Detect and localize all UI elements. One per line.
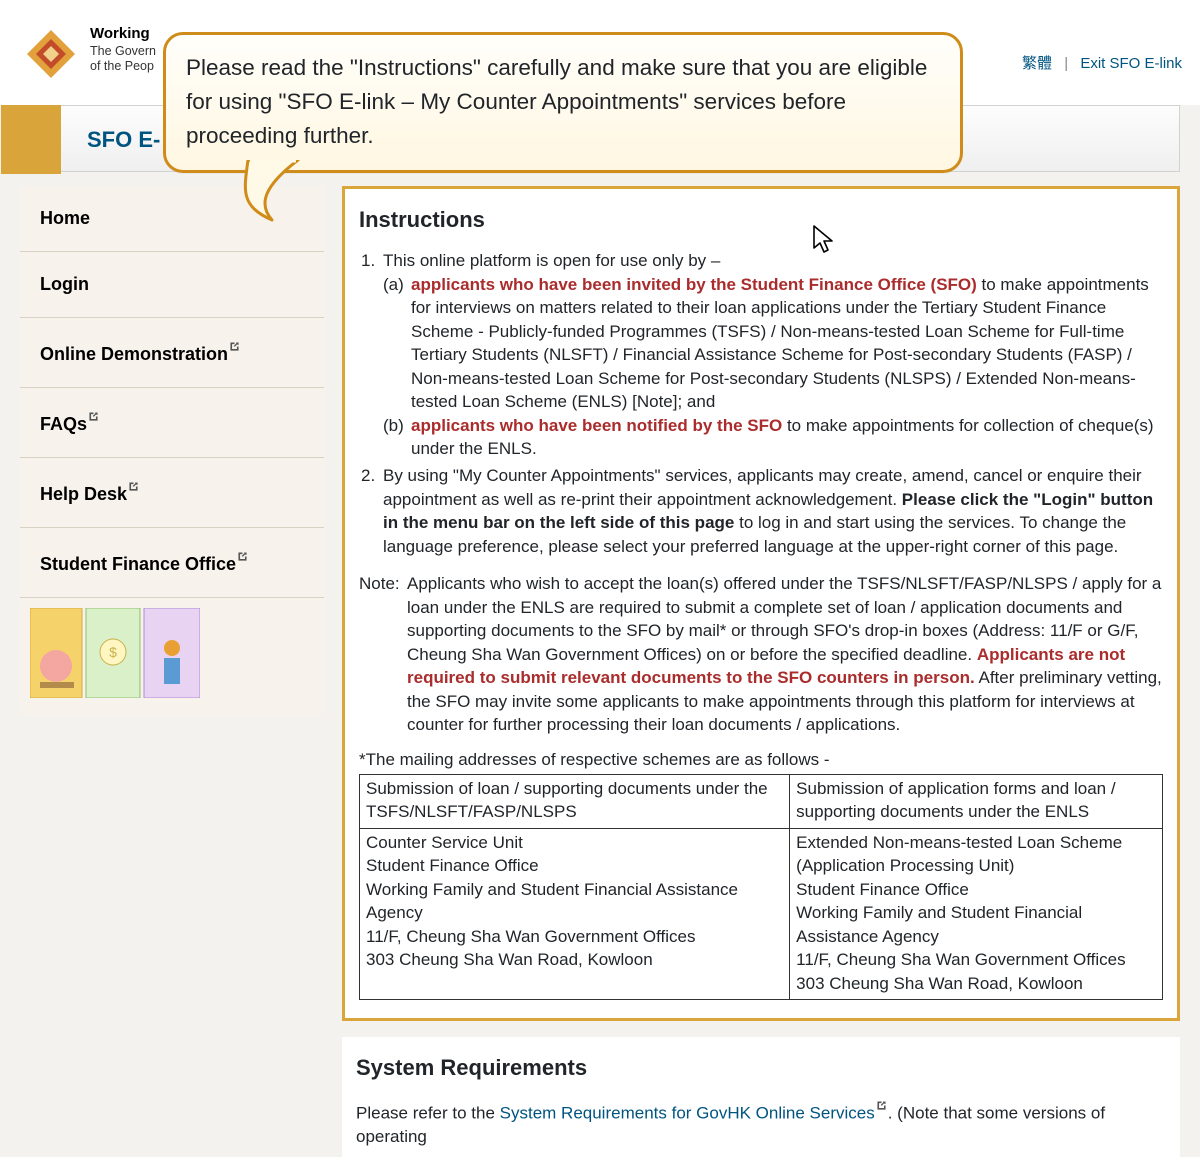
sidebar-item-online-demonstration[interactable]: Online Demonstration [20,318,324,388]
instruction-item-1: 1. This online platform is open for use … [359,249,1163,460]
sysreq-text: Please refer to the System Requirements … [356,1099,1166,1149]
sysreq-link[interactable]: System Requirements for GovHK Online Ser… [500,1104,875,1123]
sidebar-item-help-desk[interactable]: Help Desk [20,458,324,528]
agency-name-line3: of the Peop [90,59,156,75]
instructions-heading: Instructions [359,205,1163,235]
instruction-1b-highlight: applicants who have been notified by the… [411,416,782,435]
sidebar-item-login[interactable]: Login [20,252,324,318]
sidebar-promo-banner[interactable]: $ [20,598,324,716]
instruction-item-2: 2. By using "My Counter Appointments" se… [359,464,1163,558]
instructions-note: Note: Applicants who wish to accept the … [359,572,1163,736]
sidebar-item-student-finance-office[interactable]: Student Finance Office [20,528,324,598]
agency-name-line2: The Govern [90,44,156,60]
instruction-1a-text: to make appointments for interviews on m… [411,275,1149,411]
addr-header-1: Submission of loan / supporting document… [360,774,790,828]
sidebar-item-faqs[interactable]: FAQs [20,388,324,458]
instruction-1a: (a) applicants who have been invited by … [383,273,1163,414]
external-link-icon [875,1099,888,1112]
sidebar-item-label: Online Demonstration [40,344,228,364]
sidebar: Home Login Online Demonstration FAQs Hel… [20,186,324,716]
callout-tail-icon [238,160,318,230]
sidebar-item-label: FAQs [40,414,87,434]
tutorial-callout-text: Please read the "Instructions" carefully… [186,55,927,148]
instruction-1-intro: This online platform is open for use onl… [383,251,720,270]
addr-header-2: Submission of application forms and loan… [790,774,1163,828]
svg-text:$: $ [109,644,117,660]
external-link-icon [87,410,100,423]
agency-name: Working The Govern of the Peop [90,25,156,75]
instructions-panel: Instructions 1. This online platform is … [342,186,1180,1021]
exit-link[interactable]: Exit SFO E-link [1080,55,1182,72]
agency-name-line1: Working [90,25,156,44]
top-links: 繁體 | Exit SFO E-link [1022,52,1182,73]
sidebar-item-label: Login [40,274,89,294]
separator: | [1064,55,1068,72]
agency-logo-icon [22,25,80,83]
instruction-1a-highlight: applicants who have been invited by the … [411,275,977,294]
sidebar-item-label: Student Finance Office [40,554,236,574]
external-link-icon [228,340,241,353]
sidebar-item-label: Help Desk [40,484,127,504]
main-content: Instructions 1. This online platform is … [342,186,1180,1157]
note-label: Note: [359,572,407,736]
system-requirements-panel: System Requirements Please refer to the … [342,1037,1180,1157]
addr-cell-2: Extended Non-means-tested Loan Scheme (A… [790,828,1163,999]
sidebar-item-label: Home [40,208,90,228]
language-toggle[interactable]: 繁體 [1022,55,1052,72]
mailing-address-table: Submission of loan / supporting document… [359,774,1163,1000]
addr-cell-1: Counter Service UnitStudent Finance Offi… [360,828,790,999]
external-link-icon [236,550,249,563]
instruction-1b: (b) applicants who have been notified by… [383,414,1163,461]
mailing-caption: *The mailing addresses of respective sch… [359,748,1163,771]
external-link-icon [127,480,140,493]
tutorial-callout: Please read the "Instructions" carefully… [163,32,963,173]
sysreq-heading: System Requirements [356,1053,1166,1083]
